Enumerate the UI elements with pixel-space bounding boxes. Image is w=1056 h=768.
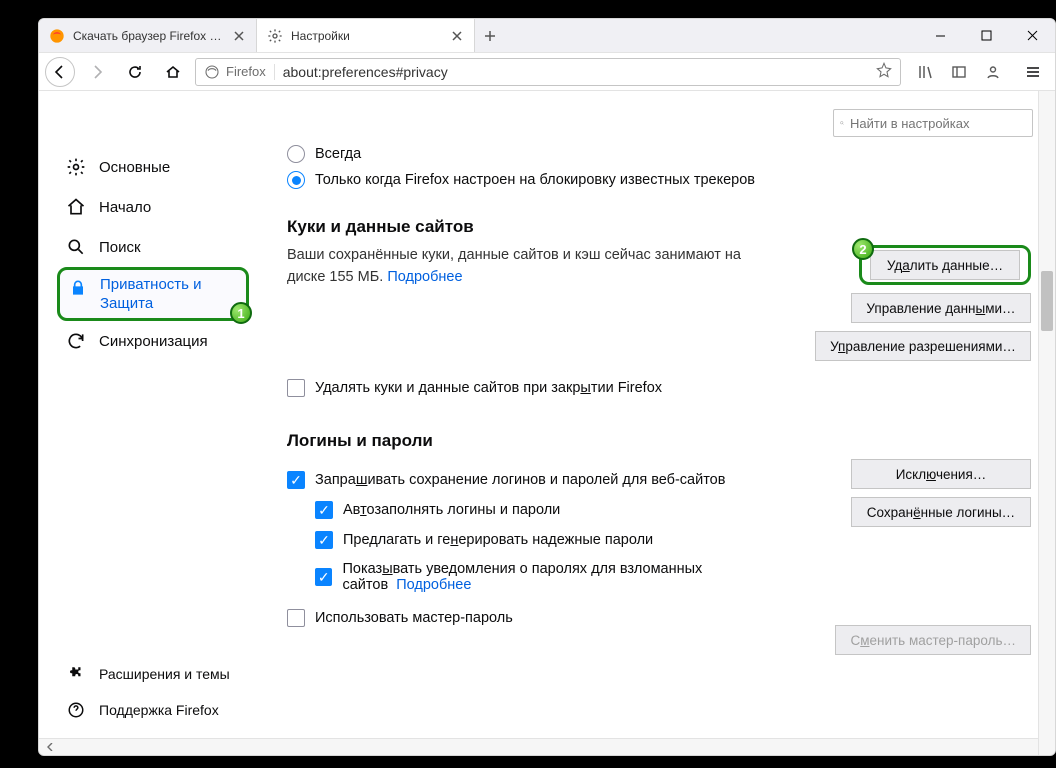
checkbox-label: Автозаполнять логины и пароли: [343, 502, 560, 518]
nav-toolbar: Firefox: [39, 52, 1055, 91]
clear-data-button[interactable]: Удалить данные…: [870, 250, 1020, 280]
tab-settings[interactable]: Настройки: [257, 19, 475, 52]
breach-learn-more-link[interactable]: Подробнее: [396, 577, 471, 593]
checkbox-label: Удалять куки и данные сайтов при закрыти…: [315, 380, 662, 396]
sidebar-item-label: Основные: [99, 159, 170, 176]
horizontal-scrollbar[interactable]: [39, 738, 1055, 755]
sidebar-item-home[interactable]: Начало: [57, 187, 249, 227]
forward-button[interactable]: [81, 56, 113, 88]
gear-icon: [267, 28, 283, 44]
exceptions-button[interactable]: Исключения…: [851, 459, 1031, 489]
checkbox-label: Показывать уведомления о паролях для взл…: [342, 561, 819, 593]
bookmark-star-icon[interactable]: [876, 62, 892, 81]
checkbox-unchecked[interactable]: [287, 379, 305, 397]
tab-label: Скачать браузер Firefox для ко: [73, 29, 224, 43]
toolbar-right: [907, 56, 1011, 88]
checkbox-checked[interactable]: [315, 501, 333, 519]
search-icon: [840, 116, 844, 130]
sidebar-item-privacy[interactable]: Приватность и Защита 1: [57, 267, 249, 321]
sidebar-item-label: Поддержка Firefox: [99, 702, 219, 718]
radio-label: Только когда Firefox настроен на блокиро…: [315, 172, 755, 188]
gear-icon: [65, 157, 87, 177]
callout-badge-1: 1: [230, 302, 252, 324]
checkbox-unchecked[interactable]: [287, 609, 305, 627]
main-pane: Всегда Только когда Firefox настроен на …: [259, 137, 1055, 738]
dnt-option-always[interactable]: Всегда: [287, 145, 1031, 163]
sidebar-item-support[interactable]: Поддержка Firefox: [57, 692, 249, 728]
checkbox-checked[interactable]: [315, 568, 332, 586]
section-title-logins: Логины и пароли: [287, 431, 1031, 451]
puzzle-icon: [65, 665, 87, 683]
new-tab-button[interactable]: [475, 19, 505, 52]
firefox-icon: [49, 28, 65, 44]
delete-on-close-checkbox[interactable]: Удалять куки и данные сайтов при закрыти…: [287, 379, 1031, 397]
sidebar-item-label: Приватность и Защита: [100, 276, 238, 314]
sidebar-item-label: Синхронизация: [99, 333, 208, 350]
sidebar-button[interactable]: [943, 56, 975, 88]
close-icon[interactable]: [232, 29, 246, 43]
home-button[interactable]: [157, 56, 189, 88]
maximize-button[interactable]: [963, 19, 1009, 52]
checkbox-label: Использовать мастер-пароль: [315, 610, 513, 626]
callout-2-wrap: 2 Удалить данные…: [859, 245, 1031, 285]
settings-search[interactable]: [833, 109, 1033, 137]
use-master-password-checkbox[interactable]: Использовать мастер-пароль: [287, 609, 819, 627]
firefox-glyph-icon: [204, 64, 220, 80]
checkbox-label: Запрашивать сохранение логинов и паролей…: [315, 472, 725, 488]
scroll-left-icon[interactable]: [41, 739, 58, 756]
radio-unchecked[interactable]: [287, 145, 305, 163]
callout-badge-2: 2: [852, 238, 874, 260]
library-button[interactable]: [909, 56, 941, 88]
category-sidebar: Основные Начало Поиск Приватность и Защи…: [39, 137, 259, 738]
radio-label: Всегда: [315, 146, 361, 162]
section-title-cookies: Куки и данные сайтов: [287, 217, 1031, 237]
change-master-password-button: Сменить мастер-пароль…: [835, 625, 1031, 655]
tab-bar: Скачать браузер Firefox для ко Настройки: [39, 19, 1055, 52]
cookies-learn-more-link[interactable]: Подробнее: [387, 269, 462, 285]
window: Скачать браузер Firefox для ко Настройки: [38, 18, 1056, 756]
sidebar-item-addons[interactable]: Расширения и темы: [57, 656, 249, 692]
tab-label: Настройки: [291, 29, 442, 43]
sidebar-item-label: Начало: [99, 199, 151, 216]
lock-icon: [68, 278, 88, 298]
help-icon: [65, 701, 87, 719]
radio-checked[interactable]: [287, 171, 305, 189]
search-icon: [65, 237, 87, 257]
ask-save-logins-checkbox[interactable]: Запрашивать сохранение логинов и паролей…: [287, 471, 819, 489]
identity-label: Firefox: [226, 64, 266, 79]
close-icon[interactable]: [450, 29, 464, 43]
url-input[interactable]: [283, 64, 868, 80]
cookies-desc: Ваши сохранённые куки, данные сайтов и к…: [287, 245, 757, 289]
checkbox-checked[interactable]: [287, 471, 305, 489]
identity-box[interactable]: Firefox: [204, 64, 275, 80]
sidebar-item-general[interactable]: Основные: [57, 147, 249, 187]
saved-logins-button[interactable]: Сохранённые логины…: [851, 497, 1031, 527]
minimize-button[interactable]: [917, 19, 963, 52]
url-bar[interactable]: Firefox: [195, 58, 901, 86]
tab-download-firefox[interactable]: Скачать браузер Firefox для ко: [39, 19, 257, 52]
app-menu-button[interactable]: [1017, 56, 1049, 88]
window-controls: [917, 19, 1055, 52]
sidebar-item-search[interactable]: Поиск: [57, 227, 249, 267]
breach-alerts-checkbox[interactable]: Показывать уведомления о паролях для взл…: [315, 561, 819, 593]
content-area: Основные Начало Поиск Приватность и Защи…: [39, 91, 1055, 755]
checkbox-checked[interactable]: [315, 531, 333, 549]
autofill-logins-checkbox[interactable]: Автозаполнять логины и пароли: [315, 501, 819, 519]
sidebar-item-label: Поиск: [99, 239, 141, 256]
manage-permissions-button[interactable]: Управление разрешениями…: [815, 331, 1031, 361]
back-button[interactable]: [45, 57, 75, 87]
sync-icon: [65, 331, 87, 351]
manage-data-button[interactable]: Управление данными…: [851, 293, 1031, 323]
sidebar-item-sync[interactable]: Синхронизация: [57, 321, 249, 361]
account-button[interactable]: [977, 56, 1009, 88]
sidebar-item-label: Расширения и темы: [99, 666, 230, 682]
settings-search-input[interactable]: [850, 116, 1026, 131]
close-window-button[interactable]: [1009, 19, 1055, 52]
suggest-passwords-checkbox[interactable]: Предлагать и генерировать надежные парол…: [315, 531, 819, 549]
checkbox-label: Предлагать и генерировать надежные парол…: [343, 532, 653, 548]
home-icon: [65, 197, 87, 217]
reload-button[interactable]: [119, 56, 151, 88]
dnt-option-tracking[interactable]: Только когда Firefox настроен на блокиро…: [287, 171, 1031, 189]
